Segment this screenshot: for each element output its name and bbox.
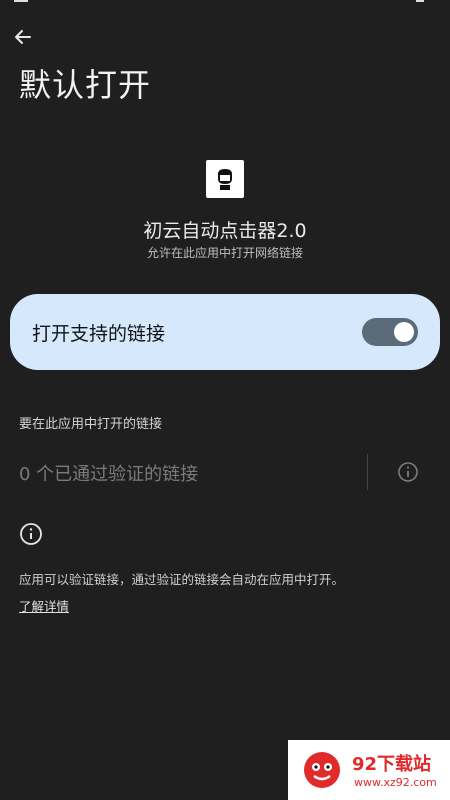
open-supported-links-label: 打开支持的链接 <box>32 322 166 345</box>
watermark-url: www.xz92.com <box>354 776 437 789</box>
app-icon <box>206 160 244 198</box>
switch-thumb <box>394 322 414 342</box>
back-arrow-icon <box>15 30 31 44</box>
status-bar <box>0 0 450 10</box>
info-outline-icon[interactable] <box>397 461 419 483</box>
status-left-mark <box>14 0 28 2</box>
back-button[interactable] <box>10 24 36 50</box>
app-subtitle: 允许在此应用中打开网络链接 <box>146 246 303 260</box>
learn-more-link[interactable]: 了解详情 <box>19 596 69 615</box>
verified-links-label: 0 个已通过验证的链接 <box>19 464 199 485</box>
status-right-mark <box>416 0 424 2</box>
row-divider <box>367 454 368 490</box>
app-logo-icon <box>218 169 232 190</box>
watermark: 92下载站 www.xz92.com <box>288 740 450 800</box>
info-icon <box>20 523 42 545</box>
verified-links-row[interactable]: 0 个已通过验证的链接 <box>0 452 450 492</box>
open-supported-links-switch[interactable] <box>362 318 418 346</box>
app-name: 初云自动点击器2.0 <box>143 220 307 242</box>
open-supported-links-row[interactable]: 打开支持的链接 <box>10 294 440 370</box>
page-title: 默认打开 <box>19 66 152 104</box>
links-section-header: 要在此应用中打开的链接 <box>19 417 163 432</box>
watermark-logo-icon <box>304 752 340 788</box>
verification-description: 应用可以验证链接，通过验证的链接会自动在应用中打开。 <box>19 572 345 587</box>
watermark-title: 92下载站 <box>352 754 432 775</box>
